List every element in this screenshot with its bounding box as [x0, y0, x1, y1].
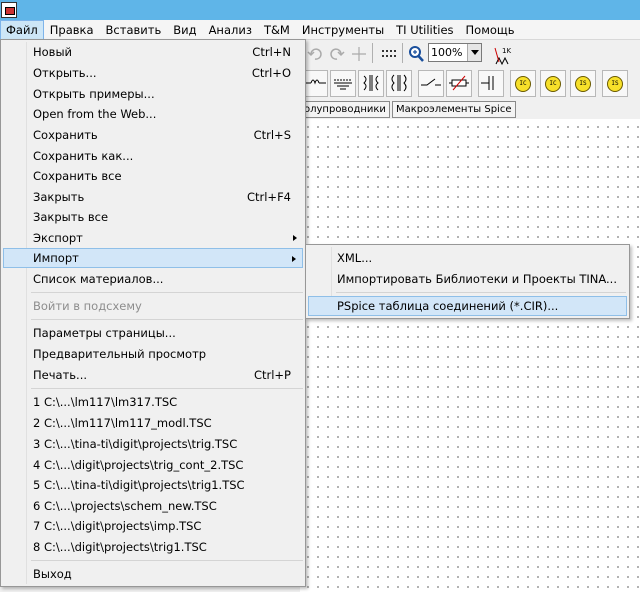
recent-file-7[interactable]: 7 C:\...\digit\projects\imp.TSC	[3, 516, 303, 536]
zoom-icon[interactable]	[405, 43, 425, 63]
toolbar-separator	[372, 43, 373, 63]
submenu-arrow-icon	[293, 235, 297, 241]
submenu-arrow-icon	[292, 256, 296, 262]
toolbar-separator	[402, 43, 403, 63]
shortcut-label: Ctrl+S	[253, 128, 291, 142]
menu-analysis[interactable]: Анализ	[203, 20, 258, 40]
menu-item-label: Сохранить	[33, 128, 98, 142]
title-bar	[0, 0, 640, 20]
menu-edit[interactable]: Правка	[44, 20, 100, 40]
component-toolbar: IC IC IS IS	[300, 68, 640, 100]
grid-icon[interactable]	[378, 43, 398, 63]
menu-item-import-xml[interactable]: XML...	[308, 248, 627, 268]
menu-separator	[336, 292, 626, 293]
menu-item-enter-subcircuit: Войти в подсхему	[3, 296, 303, 316]
shortcut-label: Ctrl+N	[252, 45, 291, 59]
voltage-controlled-source-2-icon[interactable]: IS	[602, 70, 628, 97]
menu-item-print[interactable]: Печать... Ctrl+P	[3, 365, 303, 385]
capacitor-icon[interactable]	[478, 70, 504, 97]
menu-item-print-preview[interactable]: Предварительный просмотр	[3, 344, 303, 364]
menu-item-label: Экспорт	[33, 231, 83, 245]
recent-file-2[interactable]: 2 C:\...\lm117\lm117_modl.TSC	[3, 413, 303, 433]
menu-item-label: Выход	[33, 567, 72, 581]
menu-item-exit[interactable]: Выход	[3, 564, 303, 584]
menu-item-open[interactable]: Открыть... Ctrl+O	[3, 63, 303, 83]
menu-separator	[31, 292, 303, 293]
menu-item-export[interactable]: Экспорт	[3, 228, 303, 248]
import-submenu: XML... Импортировать Библиотеки и Проект…	[305, 244, 630, 319]
menu-item-save-as[interactable]: Сохранить как...	[3, 146, 303, 166]
menu-item-close-all[interactable]: Закрыть все	[3, 207, 303, 227]
menu-item-import-pspice[interactable]: PSpice таблица соединений (*.CIR)...	[308, 296, 627, 316]
menu-item-new[interactable]: Новый Ctrl+N	[3, 42, 303, 62]
menu-item-label: Импорт	[33, 251, 79, 265]
menu-item-label: Параметры страницы...	[33, 326, 176, 340]
file-menu: Новый Ctrl+N Открыть... Ctrl+O Открыть при…	[0, 39, 306, 587]
menu-item-label: Открыть...	[33, 66, 97, 80]
menu-item-label: Сохранить все	[33, 169, 122, 183]
recent-file-4[interactable]: 4 C:\...\digit\projects\trig_cont_2.TSC	[3, 455, 303, 475]
zoom-value: 100%	[431, 46, 463, 59]
svg-text:1K: 1K	[502, 47, 511, 55]
menu-item-label: Закрыть все	[33, 210, 109, 224]
menu-tm[interactable]: T&M	[258, 20, 296, 40]
transformer-2-icon[interactable]	[386, 70, 412, 97]
menu-item-page-setup[interactable]: Параметры страницы...	[3, 323, 303, 343]
recent-file-8[interactable]: 8 C:\...\digit\projects\trig1.TSC	[3, 537, 303, 557]
menu-help[interactable]: Помощь	[460, 20, 521, 40]
recent-file-3[interactable]: 3 C:\...\tina-ti\digit\projects\trig.TSC	[3, 434, 303, 454]
chevron-down-icon[interactable]	[467, 44, 481, 61]
potentiometer-icon[interactable]	[446, 70, 472, 97]
wire-icon[interactable]	[348, 43, 368, 63]
redo-icon[interactable]	[326, 43, 346, 63]
menu-item-label: Предварительный просмотр	[33, 347, 207, 361]
zoom-select[interactable]: 100%	[428, 43, 482, 62]
menu-item-open-web[interactable]: Open from the Web...	[3, 104, 303, 124]
menu-item-close[interactable]: Закрыть Ctrl+F4	[3, 187, 303, 207]
menu-separator	[31, 560, 303, 561]
current-controlled-source-icon[interactable]: IC	[510, 70, 536, 97]
shortcut-label: Ctrl+P	[253, 368, 291, 382]
menu-item-label: Печать...	[33, 368, 88, 382]
menu-item-label: Войти в подсхему	[33, 299, 142, 313]
menu-item-label: Открыть примеры...	[33, 87, 155, 101]
tab-semiconductors[interactable]: олупроводники	[300, 101, 390, 118]
menu-item-save[interactable]: Сохранить Ctrl+S	[3, 125, 303, 145]
menu-item-label: Закрыть	[33, 190, 85, 204]
recent-file-5[interactable]: 5 C:\...\tina-ti\digit\projects\trig1.TS…	[3, 475, 303, 495]
transformer-icon[interactable]	[358, 70, 384, 97]
menu-item-label: Open from the Web...	[33, 107, 157, 121]
voltage-controlled-source-icon[interactable]: IS	[570, 70, 596, 97]
recent-file-6[interactable]: 6 C:\...\projects\schem_new.TSC	[3, 496, 303, 516]
menu-item-label: Список материалов...	[33, 272, 164, 286]
menu-separator	[31, 319, 303, 320]
switch-icon[interactable]	[418, 70, 444, 97]
current-controlled-source-2-icon[interactable]: IC	[540, 70, 566, 97]
shortcut-label: Ctrl+O	[251, 66, 291, 80]
tab-spice-macros[interactable]: Макроэлементы Spice	[391, 101, 516, 118]
menu-tools[interactable]: Инструменты	[296, 20, 390, 40]
menu-ti-utilities[interactable]: TI Utilities	[390, 20, 459, 40]
schematic-canvas[interactable]	[300, 119, 640, 592]
menu-insert[interactable]: Вставить	[100, 20, 168, 40]
menu-separator	[31, 388, 303, 389]
menu-item-open-examples[interactable]: Открыть примеры...	[3, 84, 303, 104]
resistor-1k-icon[interactable]: 1K	[490, 43, 511, 66]
app-icon[interactable]	[1, 2, 17, 18]
menu-item-import[interactable]: Импорт	[3, 248, 303, 268]
menu-item-label: Сохранить как...	[33, 149, 134, 163]
menu-item-import-tina[interactable]: Импортировать Библиотеки и Проекты TINA.…	[308, 269, 627, 289]
menu-item-label: Новый	[33, 45, 73, 59]
menu-bar: Файл Правка Вставить Вид Анализ T&M Инст…	[0, 20, 640, 40]
menu-item-bom[interactable]: Список материалов...	[3, 269, 303, 289]
undo-icon[interactable]	[304, 43, 324, 63]
component-tabs: олупроводники Макроэлементы Spice	[300, 101, 640, 119]
recent-file-1[interactable]: 1 C:\...\lm117\lm317.TSC	[3, 392, 303, 412]
menu-item-save-all[interactable]: Сохранить все	[3, 166, 303, 186]
menu-file[interactable]: Файл	[0, 20, 44, 40]
menu-view[interactable]: Вид	[167, 20, 202, 40]
shortcut-label: Ctrl+F4	[246, 190, 291, 204]
ground-component-icon[interactable]	[330, 70, 356, 97]
